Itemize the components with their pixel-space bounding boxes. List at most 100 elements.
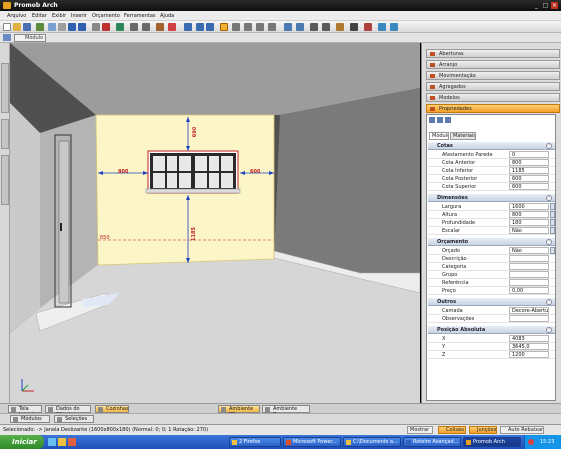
- zoom-out-icon[interactable]: [206, 23, 214, 31]
- dimension-icon[interactable]: [142, 23, 150, 31]
- property-value[interactable]: [509, 271, 549, 278]
- tab-tela-inicial[interactable]: Tela Inicial: [8, 405, 42, 418]
- spinner-icon[interactable]: [550, 247, 555, 254]
- accordion-agregados[interactable]: Agregados: [426, 82, 560, 91]
- property-value[interactable]: 0: [509, 151, 549, 158]
- menu-ajuda[interactable]: Ajuda: [160, 13, 174, 19]
- wall-icon[interactable]: [310, 23, 318, 31]
- section-outros[interactable]: Outros ˄: [428, 298, 555, 306]
- collapse-icon[interactable]: ˄: [546, 143, 552, 149]
- accordion-modelos[interactable]: Modelos: [426, 93, 560, 102]
- redo-icon[interactable]: [78, 23, 86, 31]
- task-powerpoint[interactable]: Microsoft Power...: [283, 437, 341, 447]
- maximize-button[interactable]: □: [542, 2, 549, 9]
- view-front-icon[interactable]: [256, 23, 264, 31]
- property-value[interactable]: Decore-Abertur: [509, 307, 549, 314]
- cursor-icon[interactable]: [92, 23, 100, 31]
- property-value[interactable]: 0,00: [509, 287, 549, 294]
- property-value[interactable]: Não: [509, 247, 549, 254]
- close-button[interactable]: ×: [551, 2, 558, 9]
- cut-icon[interactable]: [48, 23, 56, 31]
- snap-icon[interactable]: [220, 23, 228, 31]
- spinner-icon[interactable]: [550, 219, 555, 226]
- property-value[interactable]: 600: [509, 175, 549, 182]
- tab-materiais[interactable]: Materiais: [450, 132, 476, 140]
- paint-icon[interactable]: [364, 23, 372, 31]
- property-value[interactable]: 800: [509, 211, 549, 218]
- section-dimensoes[interactable]: Dimensões ˄: [428, 194, 555, 202]
- sort-icon[interactable]: [429, 117, 435, 123]
- render-icon[interactable]: [336, 23, 344, 31]
- menu-ferramentas[interactable]: Ferramentas: [124, 13, 156, 19]
- viewport-3d[interactable]: 800 600 690 1185 650: [10, 43, 420, 403]
- list-icon[interactable]: [437, 117, 443, 123]
- accordion-aberturas[interactable]: Aberturas: [426, 49, 560, 58]
- menu-exibir[interactable]: Exibir: [52, 13, 66, 19]
- task-word[interactable]: Roteiro Avançad...: [403, 437, 461, 447]
- property-value[interactable]: 4083: [509, 335, 549, 342]
- quicklaunch-browser-icon[interactable]: [48, 438, 56, 446]
- task-firefox[interactable]: 2 Firefox: [229, 437, 281, 447]
- text-icon[interactable]: [168, 23, 176, 31]
- floor-icon[interactable]: [322, 23, 330, 31]
- tab-selecoes[interactable]: Seleções: [54, 415, 94, 423]
- refresh-icon[interactable]: [116, 23, 124, 31]
- mostrar-dropdown[interactable]: Mostrar: [407, 426, 433, 434]
- section-posicao[interactable]: Posição Absoluta ˄: [428, 326, 555, 334]
- menu-arquivo[interactable]: Arquivo: [7, 13, 26, 19]
- layers-icon[interactable]: [3, 34, 11, 41]
- light-icon[interactable]: [296, 23, 304, 31]
- property-value[interactable]: 1185: [509, 167, 549, 174]
- section-cotas[interactable]: Cotas ˄: [428, 142, 555, 150]
- task-promob[interactable]: Promob Arch: [463, 437, 521, 447]
- property-value[interactable]: [509, 263, 549, 270]
- measure-icon[interactable]: [130, 23, 138, 31]
- grid-icon[interactable]: [445, 117, 451, 123]
- property-value[interactable]: 3645,0: [509, 343, 549, 350]
- undo-icon[interactable]: [68, 23, 76, 31]
- property-value[interactable]: [509, 315, 549, 322]
- open-icon[interactable]: [13, 23, 21, 31]
- property-value[interactable]: 1200: [509, 351, 549, 358]
- minimize-button[interactable]: _: [533, 2, 540, 9]
- side-tab-3[interactable]: [1, 155, 9, 205]
- colisao-toggle[interactable]: Colisão: [438, 426, 466, 434]
- menu-orcamento[interactable]: Orçamento: [92, 13, 120, 19]
- view-side-icon[interactable]: [268, 23, 276, 31]
- menu-inserir[interactable]: Inserir: [71, 13, 87, 19]
- settings-icon[interactable]: [350, 23, 358, 31]
- info-icon[interactable]: [390, 23, 398, 31]
- zoom-in-icon[interactable]: [196, 23, 204, 31]
- spinner-icon[interactable]: [550, 211, 555, 218]
- view-3d-icon[interactable]: [232, 23, 240, 31]
- side-tab-2[interactable]: [1, 119, 9, 149]
- accordion-propriedades[interactable]: Propriedades: [426, 104, 560, 113]
- menu-editar[interactable]: Editar: [32, 13, 47, 19]
- collapse-icon[interactable]: ˄: [546, 239, 552, 245]
- spinner-icon[interactable]: [550, 203, 555, 210]
- section-orcamento[interactable]: Orçamento ˄: [428, 238, 555, 246]
- start-button[interactable]: Iniciar: [0, 435, 44, 449]
- tray-alert-icon[interactable]: [528, 439, 534, 445]
- tab-cozinhas[interactable]: Cozinhas: [95, 405, 129, 413]
- collapse-icon[interactable]: ˄: [546, 327, 552, 333]
- property-value[interactable]: Não: [509, 227, 549, 234]
- property-value[interactable]: 600: [509, 183, 549, 190]
- juncoes-toggle[interactable]: Junções: [469, 426, 497, 434]
- auto-rebaixar-toggle[interactable]: Auto Rebaixar: [500, 426, 544, 434]
- help-icon[interactable]: [378, 23, 386, 31]
- side-tab-1[interactable]: [1, 63, 9, 113]
- door-leaf[interactable]: [58, 140, 70, 304]
- camera-icon[interactable]: [284, 23, 292, 31]
- tab-modulo[interactable]: Módulo: [429, 132, 449, 140]
- spinner-icon[interactable]: [550, 227, 555, 234]
- copy-icon[interactable]: [58, 23, 66, 31]
- delete-icon[interactable]: [102, 23, 110, 31]
- quicklaunch-media-icon[interactable]: [68, 438, 76, 446]
- ambiente-branco-dropdown[interactable]: Ambiente Branco: [262, 405, 310, 418]
- quicklaunch-folder-icon[interactable]: [58, 438, 66, 446]
- module-tab[interactable]: Módulo: [14, 34, 46, 42]
- property-value[interactable]: [509, 255, 549, 262]
- accordion-arranjo[interactable]: Arranjo: [426, 60, 560, 69]
- property-value[interactable]: [509, 279, 549, 286]
